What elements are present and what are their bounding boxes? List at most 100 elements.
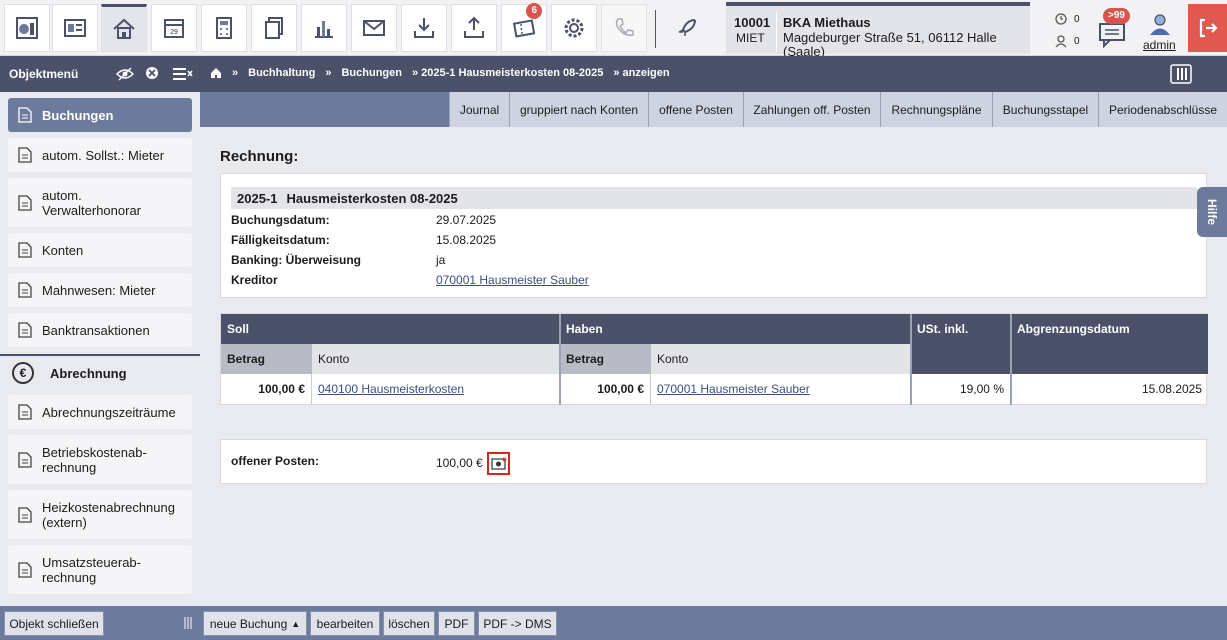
pdf-to-dms-button[interactable]: PDF -> DMS xyxy=(478,611,557,636)
abgrenzung-cell: 15.08.2025 xyxy=(1141,382,1202,396)
user-menu[interactable]: admin xyxy=(1140,8,1180,54)
logout-button[interactable] xyxy=(1188,4,1227,52)
document-icon xyxy=(18,561,32,578)
svg-text:29: 29 xyxy=(170,29,178,36)
calendar-icon[interactable]: 29 xyxy=(151,4,197,52)
sidebar-item-label: Heizkostenabrechnung (extern) xyxy=(42,499,175,530)
calculator-icon[interactable] xyxy=(201,4,247,52)
pdf-button[interactable]: PDF xyxy=(438,611,475,636)
document-icon xyxy=(18,404,32,420)
settings-icon[interactable] xyxy=(551,4,597,52)
menu-collapse-icon[interactable] xyxy=(172,66,194,82)
panel-layout-icon[interactable] xyxy=(1170,64,1192,84)
invoice-header: 2025-1 Hausmeisterkosten 08-2025 xyxy=(231,187,1197,209)
sidebar-item-banktransaktionen[interactable]: Banktransaktionen xyxy=(8,313,192,347)
rocket-icon[interactable] xyxy=(664,4,710,52)
chart-icon[interactable] xyxy=(301,4,347,52)
field-label-banking: Banking: Überweisung xyxy=(231,253,362,267)
document-icon xyxy=(18,107,32,123)
sidebar-item-label: Banktransaktionen xyxy=(42,322,150,338)
view-payment-button[interactable] xyxy=(487,452,510,475)
logout-icon xyxy=(1199,18,1218,38)
person-clock-icon xyxy=(1055,35,1067,48)
col-header-haben-konto: Konto xyxy=(651,344,911,374)
object-name: BKA Miethaus xyxy=(783,15,871,30)
sidebar-item-mahnwesen[interactable]: Mahnwesen: Mieter xyxy=(8,273,192,307)
sidebar-item-konten[interactable]: Konten xyxy=(8,233,192,267)
breadcrumb-buchungen[interactable]: Buchungen xyxy=(341,67,402,79)
home-breadcrumb-icon[interactable] xyxy=(210,67,222,79)
kreditor-link[interactable]: 070001 Hausmeister Sauber xyxy=(436,273,589,287)
delete-button[interactable]: löschen xyxy=(383,611,435,636)
close-settings-icon[interactable] xyxy=(144,65,162,83)
field-label-faelligkeitsdatum: Fälligkeitsdatum: xyxy=(231,233,330,247)
dashboard-icon[interactable] xyxy=(4,4,50,52)
download-icon[interactable] xyxy=(401,4,447,52)
current-object[interactable]: 10001 MIET BKA Miethaus Magdeburger Stra… xyxy=(726,2,1030,59)
sidebar: Buchungen autom. Sollst.: Mieter autom. … xyxy=(0,92,200,606)
column-divider xyxy=(559,314,561,405)
sidebar-item-heizkosten[interactable]: Heizkostenabrechnung (extern) xyxy=(8,490,192,539)
caret-up-icon: ▲ xyxy=(291,618,301,629)
clock-icon xyxy=(1055,13,1067,25)
copy-icon[interactable] xyxy=(251,4,297,52)
breadcrumb-current-booking[interactable]: » 2025-1 Hausmeisterkosten 08-2025 xyxy=(412,67,603,79)
breadcrumb-buchhaltung[interactable]: Buchhaltung xyxy=(248,67,315,79)
field-label-kreditor: Kreditor xyxy=(231,273,278,287)
sidebar-item-betriebskosten[interactable]: Betriebskostenab-rechnung xyxy=(8,435,192,484)
ticket-icon[interactable]: 6 xyxy=(501,3,547,52)
tab-invoice-plans[interactable]: Rechnungspläne xyxy=(880,92,992,127)
object-address: Magdeburger Straße 51, 06112 Halle (Saal… xyxy=(783,30,997,59)
tab-journal[interactable]: Journal xyxy=(449,92,509,127)
breadcrumb-view: » anzeigen xyxy=(613,67,670,79)
field-label-buchungsdatum: Buchungsdatum: xyxy=(231,213,330,227)
messages-badge: >99 xyxy=(1103,8,1130,24)
help-tab[interactable]: Hilfe xyxy=(1197,187,1227,237)
home-icon[interactable] xyxy=(101,4,147,52)
soll-betrag-cell: 100,00 € xyxy=(221,374,312,404)
visibility-settings-icon[interactable] xyxy=(116,65,134,83)
sidebar-item-autom-sollst[interactable]: autom. Sollst.: Mieter xyxy=(8,138,192,172)
sidebar-item-umsatzsteuer[interactable]: Umsatzsteuerab-rechnung xyxy=(8,545,192,594)
invoice-details-card: 2025-1 Hausmeisterkosten 08-2025 Buchung… xyxy=(220,173,1207,298)
close-object-button[interactable]: Objekt schließen xyxy=(4,611,104,636)
message-icon xyxy=(1099,23,1125,48)
soll-konto-link[interactable]: 040100 Hausmeisterkosten xyxy=(312,374,470,404)
object-number: 10001 xyxy=(734,15,771,30)
sidebar-item-abrechnungszeitraeume[interactable]: Abrechnungszeiträume xyxy=(8,395,192,429)
col-header-haben: Haben xyxy=(560,314,911,344)
sidebar-item-label: Buchungen xyxy=(42,107,114,123)
new-booking-button[interactable]: neue Buchung ▲ xyxy=(203,611,307,636)
user-task-counter[interactable]: 0 xyxy=(1054,34,1086,50)
document-icon xyxy=(18,147,32,163)
sidebar-item-label: Abrechnungszeiträume xyxy=(42,404,176,420)
document-icon xyxy=(18,451,32,468)
sidebar-section-abrechnung[interactable]: € Abrechnung xyxy=(0,354,200,390)
tab-period-closings[interactable]: Periodenabschlüsse xyxy=(1098,92,1227,127)
col-header-haben-betrag: Betrag xyxy=(560,344,651,374)
ticket-badge: 6 xyxy=(526,3,542,19)
invoice-title: Hausmeisterkosten 08-2025 xyxy=(286,190,458,206)
object-divider xyxy=(776,12,777,52)
sidebar-item-label: Mahnwesen: Mieter xyxy=(42,282,156,298)
tab-open-item-payments[interactable]: Zahlungen off. Posten xyxy=(743,92,880,127)
document-icon xyxy=(18,506,32,523)
sidebar-item-buchungen[interactable]: Buchungen xyxy=(8,98,192,132)
contacts-icon[interactable] xyxy=(52,4,98,52)
reminder-counter[interactable]: 0 xyxy=(1054,12,1086,28)
mail-icon[interactable] xyxy=(351,4,397,52)
messages-button[interactable]: >99 xyxy=(1094,8,1134,52)
tab-booking-batches[interactable]: Buchungsstapel xyxy=(992,92,1098,127)
haben-konto-link[interactable]: 070001 Hausmeister Sauber xyxy=(651,374,816,404)
document-icon xyxy=(18,242,32,258)
phone-icon[interactable] xyxy=(601,4,647,52)
resize-handle-icon[interactable] xyxy=(184,617,192,629)
sidebar-item-label: autom. Verwalterhonorar xyxy=(42,187,141,218)
open-item-card: offener Posten: 100,00 € xyxy=(220,439,1207,484)
sidebar-item-verwalterhonorar[interactable]: autom. Verwalterhonorar xyxy=(8,178,192,227)
edit-button[interactable]: bearbeiten xyxy=(310,611,380,636)
tab-open-items[interactable]: offene Posten xyxy=(648,92,743,127)
tab-grouped-by-accounts[interactable]: gruppiert nach Konten xyxy=(509,92,648,127)
sidebar-item-label: Umsatzsteuerab-rechnung xyxy=(42,554,141,585)
upload-icon[interactable] xyxy=(451,4,497,52)
